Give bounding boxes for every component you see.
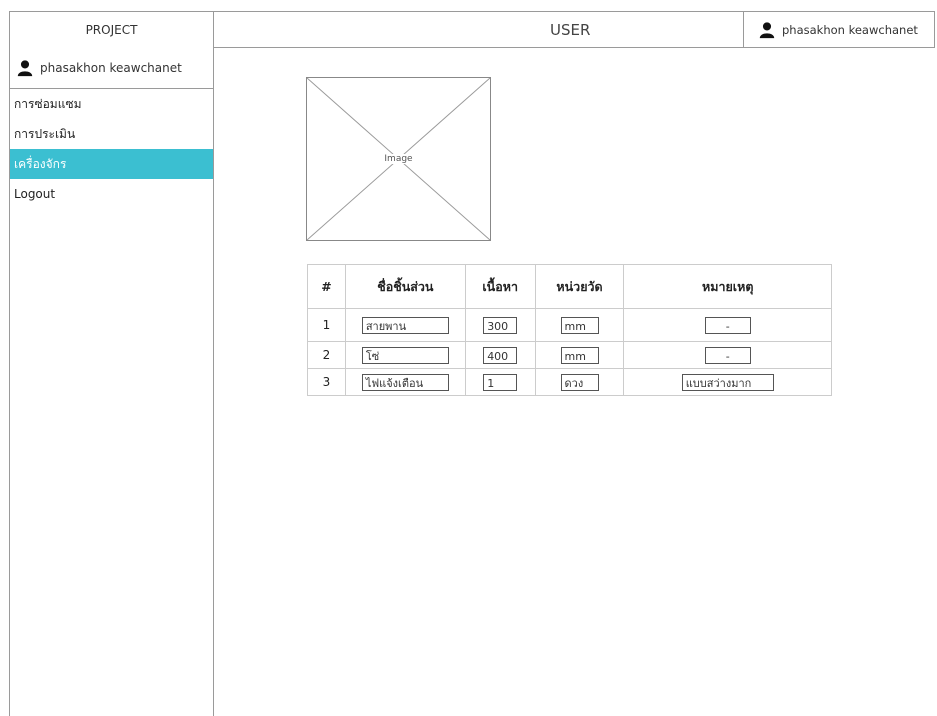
sidebar-item-machinery[interactable]: เครื่องจักร <box>10 149 213 179</box>
part-name-input[interactable]: โซ่ <box>361 346 449 364</box>
column-header-unit: หน่วยวัด <box>534 264 625 309</box>
amount-input[interactable]: 300 <box>483 316 518 334</box>
sidebar-item-label: การประเมิน <box>14 126 76 141</box>
header-user[interactable]: phasakhon keawchanet <box>743 12 934 47</box>
row-number: 3 <box>307 368 346 396</box>
amount-cell: 300 <box>464 308 536 342</box>
sidebar-item-label: การซ่อมแซม <box>14 96 82 111</box>
amount-cell: 400 <box>464 341 536 369</box>
part-name-cell: โซ่ <box>344 341 466 369</box>
sidebar-item-evaluation[interactable]: การประเมิน <box>10 119 213 149</box>
sidebar-item-label: Logout <box>14 187 56 201</box>
table-header-row: # ชื่อชิ้นส่วน เนื้อหา หน่วยวัด หมายเหตุ <box>307 264 832 309</box>
project-label[interactable]: PROJECT <box>10 12 214 47</box>
note-cell: - <box>623 341 832 369</box>
sidebar-item-label: เครื่องจักร <box>14 156 67 171</box>
part-name-input[interactable]: ไฟแจ้งเตือน <box>361 373 449 391</box>
image-placeholder: Image <box>306 77 491 241</box>
sidebar-item-repair[interactable]: การซ่อมแซม <box>10 89 213 119</box>
amount-input[interactable]: 400 <box>483 346 518 364</box>
user-icon <box>17 59 33 76</box>
page-title: USER <box>550 20 591 39</box>
column-header-note: หมายเหตุ <box>623 264 832 309</box>
sidebar-user-name: phasakhon keawchanet <box>40 60 182 75</box>
parts-table: # ชื่อชิ้นส่วน เนื้อหา หน่วยวัด หมายเหตุ… <box>307 264 832 396</box>
note-cell: - <box>623 308 832 342</box>
image-placeholder-label: Image <box>382 154 415 164</box>
amount-cell: 1 <box>464 368 536 396</box>
row-number: 2 <box>307 341 346 369</box>
note-input[interactable]: - <box>704 316 751 334</box>
image-placeholder-label-wrap: Image <box>307 78 490 240</box>
unit-input[interactable]: mm <box>560 346 599 364</box>
note-input[interactable]: แบบสว่างมาก <box>681 373 774 391</box>
unit-cell: mm <box>534 341 625 369</box>
unit-input[interactable]: mm <box>560 316 599 334</box>
part-name-cell: ไฟแจ้งเตือน <box>344 368 466 396</box>
column-header-part-name: ชื่อชิ้นส่วน <box>344 264 466 309</box>
row-number: 1 <box>307 308 346 342</box>
part-name-input[interactable]: สายพาน <box>361 316 449 334</box>
unit-input[interactable]: ดวง <box>560 373 599 391</box>
sidebar: phasakhon keawchanet การซ่อมแซม การประเม… <box>9 47 214 716</box>
note-cell: แบบสว่างมาก <box>623 368 832 396</box>
table-row: 1 สายพาน 300 mm - <box>307 308 832 342</box>
column-header-amount: เนื้อหา <box>464 264 536 309</box>
amount-input[interactable]: 1 <box>483 373 518 391</box>
unit-cell: ดวง <box>534 368 625 396</box>
part-name-cell: สายพาน <box>344 308 466 342</box>
top-bar: PROJECT USER phasakhon keawchanet <box>9 11 935 48</box>
column-header-number: # <box>307 264 346 309</box>
note-input[interactable]: - <box>704 346 751 364</box>
table-row: 2 โซ่ 400 mm - <box>307 341 832 369</box>
unit-cell: mm <box>534 308 625 342</box>
user-icon <box>759 21 775 38</box>
sidebar-item-logout[interactable]: Logout <box>10 179 213 209</box>
header-user-name: phasakhon keawchanet <box>782 22 918 37</box>
table-row: 3 ไฟแจ้งเตือน 1 ดวง แบบสว่างมาก <box>307 368 832 396</box>
sidebar-user[interactable]: phasakhon keawchanet <box>10 47 213 89</box>
